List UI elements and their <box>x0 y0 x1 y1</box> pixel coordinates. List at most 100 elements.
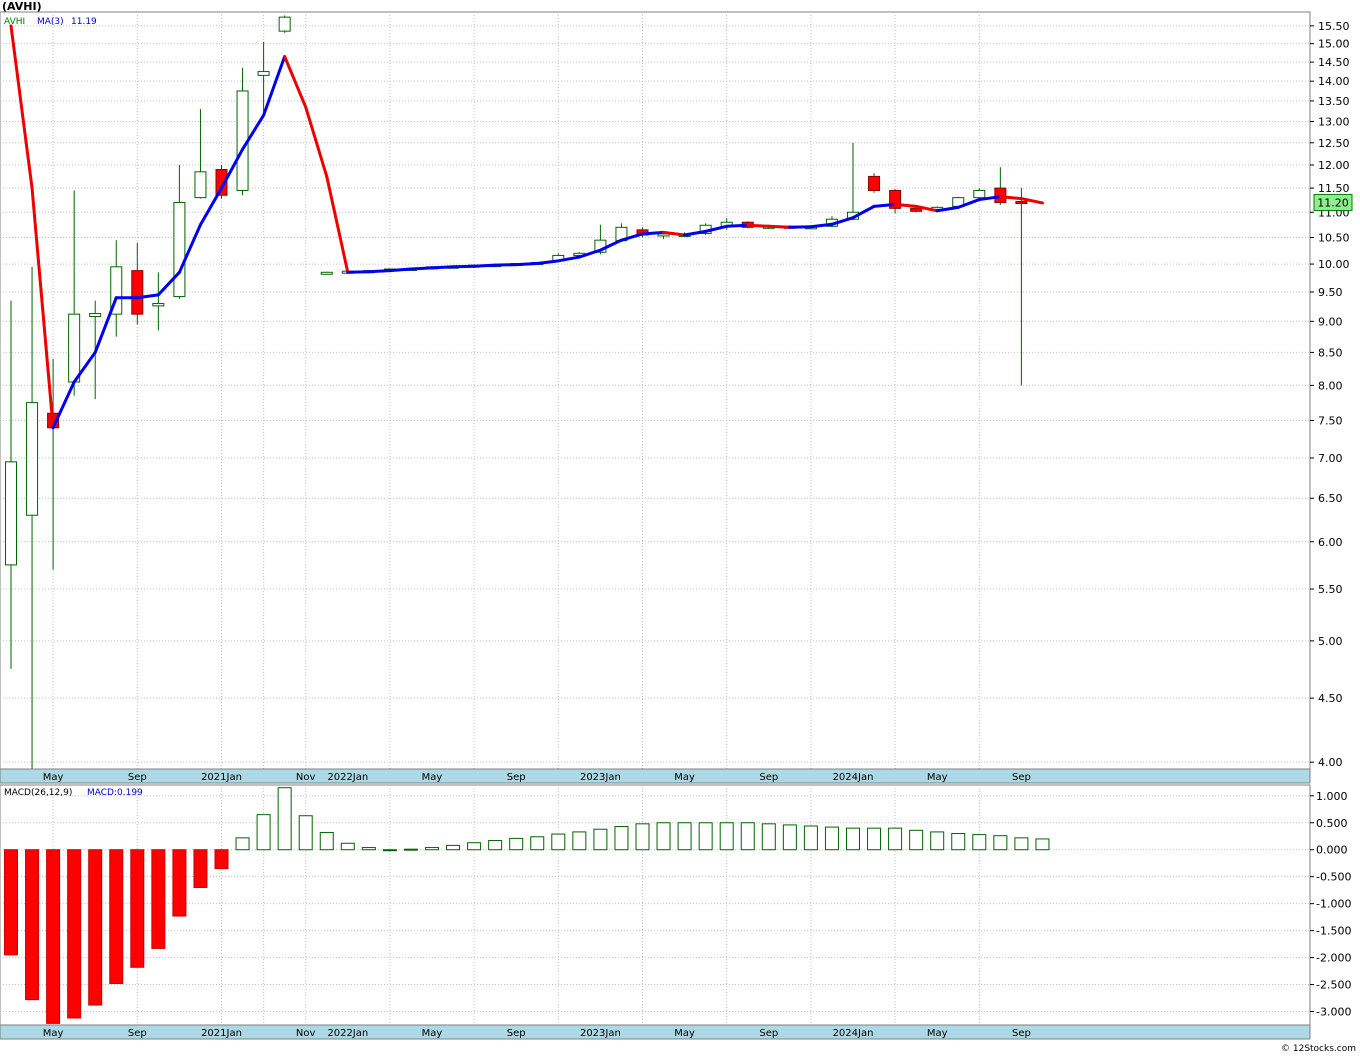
price-ytick-label: 10.00 <box>1318 258 1350 271</box>
macd-xtick-label: May <box>422 1028 443 1039</box>
macd-bar-positive <box>656 822 671 851</box>
ma3-segment <box>514 262 539 267</box>
price-xtick-label: May <box>43 772 64 783</box>
macd-bar-positive <box>551 833 566 851</box>
ma3-segment <box>430 265 455 270</box>
macd-ytick-label: -2.500 <box>1316 979 1351 992</box>
price-ytick-label: 5.50 <box>1318 583 1343 596</box>
macd-xtick-label: May <box>674 1028 695 1039</box>
candle-up <box>257 71 270 76</box>
macd-xtick-label: 2023Jan <box>580 1028 621 1039</box>
stock-chart: 15.50 15.00 14.50 14.00 13.50 13.00 12.50 12.00… <box>0 0 1356 1054</box>
macd-bar-positive <box>572 831 587 851</box>
macd-bar-positive <box>993 835 1008 851</box>
price-ytick-label: 4.00 <box>1318 756 1343 769</box>
price-xtick-label: Sep <box>1012 772 1031 783</box>
macd-bar-positive <box>298 815 313 851</box>
macd-bar-negative <box>172 849 187 917</box>
macd-bar-positive <box>488 840 503 851</box>
price-xtick-label: May <box>927 772 948 783</box>
macd-bar-positive <box>1035 838 1050 851</box>
macd-bar-negative <box>151 849 166 949</box>
macd-bar-positive <box>319 831 334 851</box>
candle-up <box>973 189 986 199</box>
macd-bar-positive <box>403 848 418 851</box>
ma3-segment <box>893 202 918 208</box>
candle-down <box>910 207 923 212</box>
price-ytick-label: 13.00 <box>1318 115 1350 128</box>
macd-bar-negative <box>109 849 124 984</box>
macd-bar-negative <box>25 849 40 1001</box>
macd-bar-positive <box>803 825 818 851</box>
macd-xtick-label: Sep <box>128 1028 147 1039</box>
ma3-segment <box>746 223 771 228</box>
ma3-segment <box>472 263 497 268</box>
candle-up <box>89 313 102 318</box>
price-xtick-label: May <box>422 772 443 783</box>
price-ytick-label: 14.00 <box>1318 75 1350 88</box>
macd-xtick-label: May <box>927 1028 948 1039</box>
price-ytick-label: 7.50 <box>1318 414 1343 427</box>
ma3-segment <box>346 270 371 274</box>
ma3-segment <box>641 230 666 236</box>
macd-xtick-label: 2024Jan <box>833 1028 874 1039</box>
price-xtick-label: May <box>674 772 695 783</box>
macd-bar-positive <box>509 837 524 851</box>
macd-bar-positive <box>972 834 987 851</box>
macd-bar-positive <box>235 837 250 851</box>
ma3-segment <box>767 224 792 229</box>
macd-bar-positive <box>425 847 439 851</box>
macd-bar-negative <box>46 849 61 1024</box>
candle-down <box>1015 201 1028 205</box>
price-ytick-label: 12.50 <box>1318 137 1350 150</box>
ma3-segment <box>367 269 392 274</box>
macd-x-axis-band <box>0 1024 1311 1040</box>
candle-up <box>320 271 333 275</box>
chart-title: (AVHI) <box>2 0 42 13</box>
macd-xtick-label: Sep <box>1012 1028 1031 1039</box>
price-panel-frame <box>0 11 1311 770</box>
price-ytick-label: 7.00 <box>1318 452 1343 465</box>
candle-up <box>26 402 39 516</box>
price-x-axis-band <box>0 768 1311 784</box>
ma3-segment <box>872 202 897 208</box>
macd-bar-positive <box>614 826 629 851</box>
candle-up <box>194 171 207 199</box>
macd-bar-positive <box>846 827 860 851</box>
macd-bar-negative <box>88 849 103 1006</box>
price-ytick-label: 9.50 <box>1318 286 1343 299</box>
macd-xtick-label: 2022Jan <box>327 1028 368 1039</box>
price-ytick-label: 10.50 <box>1318 232 1350 245</box>
price-y-axis: 15.50 15.00 14.50 14.00 13.50 13.00 12.50 12.00… <box>1310 20 1350 769</box>
macd-bar-positive <box>719 822 734 851</box>
legend-ma-value: 11.19 <box>71 17 97 27</box>
macd-ytick-label: -0.500 <box>1316 871 1351 884</box>
price-ytick-label: 6.50 <box>1318 492 1343 505</box>
macd-bar-positive <box>530 836 545 851</box>
price-ytick-label: 8.00 <box>1318 379 1343 392</box>
candle-up <box>5 461 17 566</box>
ma3-segment <box>451 264 476 269</box>
price-ytick-label: 4.50 <box>1318 692 1343 705</box>
macd-xtick-label: Sep <box>759 1028 778 1039</box>
macd-bar-negative <box>67 849 82 1019</box>
last-price-value: 11.20 <box>1317 196 1349 209</box>
macd-bar-positive <box>888 827 903 851</box>
legend-symbol: AVHI <box>4 17 25 27</box>
macd-bar-positive <box>930 831 945 851</box>
macd-bar-positive <box>761 823 776 851</box>
ma3-segment <box>998 195 1023 201</box>
macd-xtick-label: Sep <box>507 1028 526 1039</box>
ma3-segment <box>788 225 813 229</box>
price-ytick-label: 6.00 <box>1318 536 1343 549</box>
macd-bar-positive <box>1014 837 1029 851</box>
ma3-segment <box>388 267 413 273</box>
price-xtick-label: 2022Jan <box>327 772 368 783</box>
price-ytick-label: 12.00 <box>1318 159 1350 172</box>
price-xtick-label: Sep <box>759 772 778 783</box>
macd-bar-positive <box>277 787 292 851</box>
credit-text: © 12Stocks.com <box>1281 1044 1356 1054</box>
macd-panel-frame <box>0 784 1311 1026</box>
macd-bar-positive <box>867 827 882 851</box>
price-ytick-label: 15.00 <box>1318 38 1350 51</box>
